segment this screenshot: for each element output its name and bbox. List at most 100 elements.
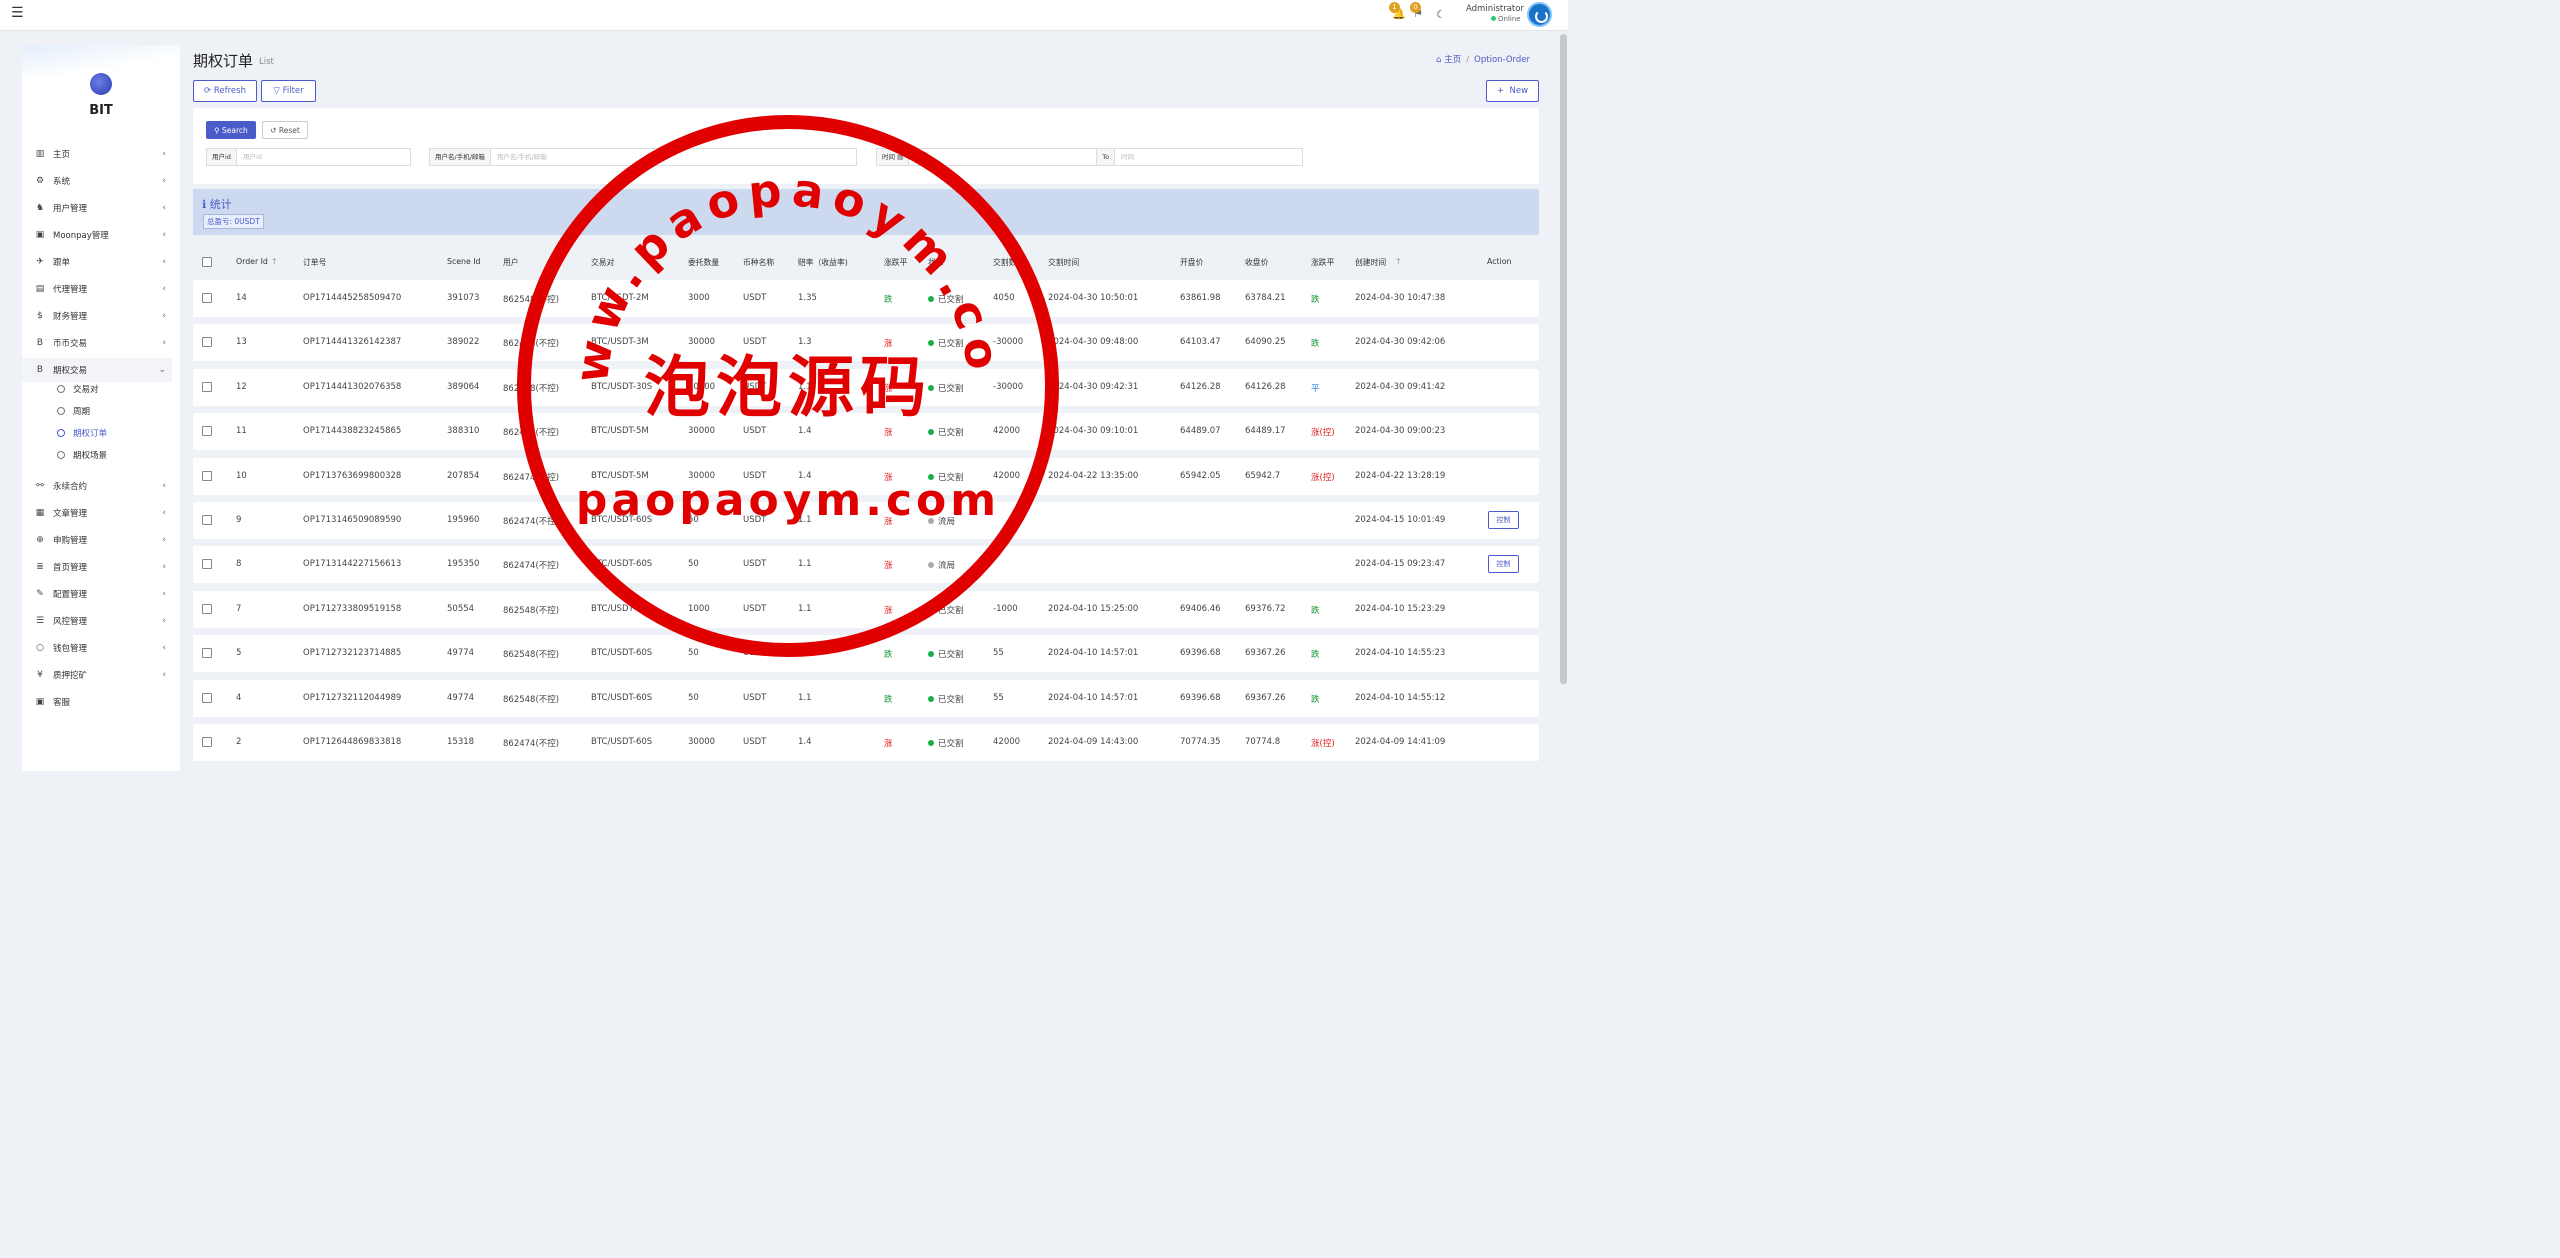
sidebar-item-14[interactable]: ☰ 风控管理 ‹ xyxy=(22,609,172,633)
column-header[interactable]: 创建时间 xyxy=(1355,257,1386,268)
sidebar-item-icon: ▥ xyxy=(35,149,45,159)
sidebar-subitem-0[interactable]: 交易对 xyxy=(22,379,172,399)
time-start-input[interactable]: 时间 xyxy=(909,149,1096,165)
sidebar-item-15[interactable]: ○ 钱包管理 ‹ xyxy=(22,636,172,660)
time-end-input[interactable]: 时间 xyxy=(1115,149,1302,165)
refresh-button[interactable]: ⟳ Refresh xyxy=(193,80,257,102)
userid-input[interactable]: 用户id xyxy=(237,149,410,165)
column-header[interactable]: Order Id xyxy=(236,257,268,266)
filter-button[interactable]: ▽ Filter xyxy=(261,80,316,102)
cell-user: 862474(不控) xyxy=(503,561,560,572)
menu-icon[interactable]: ☰ xyxy=(11,5,24,21)
sidebar-item-0[interactable]: ▥ 主页 ‹ xyxy=(22,142,172,166)
cell-sqty: -30000 xyxy=(993,337,1024,348)
circle-icon xyxy=(57,407,65,415)
cell-user: 862548(不控) xyxy=(503,605,560,616)
cell-close: 70774.8 xyxy=(1245,737,1281,747)
cell-id: 4 xyxy=(236,692,242,703)
row-checkbox[interactable] xyxy=(202,648,212,659)
select-all-checkbox[interactable] xyxy=(202,257,212,267)
cell-rate: 1.1 xyxy=(798,381,812,392)
cell-pair: BTC/USDT-60S xyxy=(591,603,653,614)
sidebar-item-3[interactable]: ▣ Moonpay管理 ‹ xyxy=(22,223,172,247)
cell-coin: USDT xyxy=(743,337,767,348)
cell-status: 已交割 xyxy=(928,382,964,394)
control-button[interactable]: 控制 xyxy=(1488,555,1519,574)
column-header: 开盘价 xyxy=(1180,258,1204,267)
cell-rate: 1.4 xyxy=(798,470,812,481)
cell-res: 跌 xyxy=(1311,339,1320,350)
sidebar-item-12[interactable]: ≣ 首页管理 ‹ xyxy=(22,555,172,579)
row-checkbox[interactable] xyxy=(202,426,212,437)
cell-rate: 1.3 xyxy=(798,337,812,348)
logo xyxy=(90,73,112,95)
row-checkbox[interactable] xyxy=(202,737,212,747)
sidebar-item-5[interactable]: ▤ 代理管理 ‹ xyxy=(22,277,172,301)
table-row: 8 OP1713144227156613 195350 862474(不控) BTC/U… xyxy=(193,546,1539,584)
cell-coin: USDT xyxy=(743,515,767,525)
new-button[interactable]: + New xyxy=(1486,80,1539,102)
row-checkbox[interactable] xyxy=(202,470,212,481)
sidebar-item-6[interactable]: $ 财务管理 ‹ xyxy=(22,304,172,328)
sidebar-item-1[interactable]: ⚙ 系统 ‹ xyxy=(22,169,172,193)
sidebar-item-11[interactable]: ⊕ 申购管理 ‹ xyxy=(22,528,172,552)
row-checkbox[interactable] xyxy=(202,337,212,348)
avatar[interactable] xyxy=(1527,2,1552,27)
row-checkbox[interactable] xyxy=(202,381,212,392)
cell-open: 64126.28 xyxy=(1180,381,1221,392)
control-button[interactable]: 控制 xyxy=(1488,511,1519,529)
cell-no: OP1713144227156613 xyxy=(303,559,402,570)
breadcrumb-home[interactable]: 主页 xyxy=(1444,55,1461,65)
flag-icon[interactable]: ⚑ 0 xyxy=(1410,2,1423,20)
sort-icon[interactable]: ↑ xyxy=(271,257,278,266)
chevron-icon: ‹ xyxy=(162,338,166,348)
cell-dir: 跌 xyxy=(884,295,893,305)
cell-qty: 30000 xyxy=(688,737,716,747)
row-checkbox[interactable] xyxy=(202,603,212,614)
row-checkbox[interactable] xyxy=(202,692,212,703)
scrollbar[interactable] xyxy=(1560,34,1567,684)
reset-button[interactable]: ↺ Reset xyxy=(262,121,308,139)
sidebar-item-4[interactable]: ✈ 跟单 ‹ xyxy=(22,250,172,274)
sidebar-item-16[interactable]: ¥ 质押挖矿 ‹ xyxy=(22,663,172,687)
stats-panel xyxy=(193,189,1539,235)
cell-status: 流局 xyxy=(928,559,955,571)
cell-sqty: -30000 xyxy=(993,381,1024,392)
column-header: Scene Id xyxy=(447,257,481,266)
sidebar-subitem-2[interactable]: 期权订单 xyxy=(22,423,172,443)
bell-icon[interactable]: 🔔 1 xyxy=(1389,2,1406,20)
table-row: 14 OP1714445258509470 391073 862548(不控) BTC/… xyxy=(193,280,1539,317)
sidebar-subitem-3[interactable]: 期权场景 xyxy=(22,445,172,465)
cell-coin: USDT xyxy=(743,559,767,570)
sidebar-item-10[interactable]: ▦ 文章管理 ‹ xyxy=(22,501,172,525)
sidebar-item-icon: ▤ xyxy=(35,284,45,294)
moon-icon[interactable]: ☾ xyxy=(1436,8,1446,21)
sort-icon[interactable]: ↑ xyxy=(1395,257,1402,266)
sidebar-item-label: 代理管理 xyxy=(53,285,88,295)
column-header: 涨跌平 xyxy=(1311,258,1335,267)
cell-stime: 2024-04-10 15:25:00 xyxy=(1048,603,1139,614)
cell-pair: BTC/USDT-60S xyxy=(591,515,653,525)
cell-status: 已交割 xyxy=(928,426,964,438)
sidebar-item-9[interactable]: ⚯ 永续合约 ‹ xyxy=(22,474,172,498)
row-checkbox[interactable] xyxy=(202,293,212,303)
sidebar-item-17[interactable]: ▣ 客服 xyxy=(22,690,172,714)
cell-coin: USDT xyxy=(743,426,767,437)
sidebar-item-2[interactable]: ♞ 用户管理 ‹ xyxy=(22,196,172,220)
sidebar-subitem-1[interactable]: 周期 xyxy=(22,401,172,421)
row-checkbox[interactable] xyxy=(202,559,212,570)
sidebar-item-icon: ¥ xyxy=(37,670,43,680)
cell-scene: 195350 xyxy=(447,559,480,570)
sidebar-item-13[interactable]: ✎ 配置管理 ‹ xyxy=(22,582,172,606)
sidebar-item-icon: ○ xyxy=(36,643,44,653)
cell-res: 跌 xyxy=(1311,650,1320,661)
userid-filter: 用户id 用户id xyxy=(206,148,411,166)
user-input[interactable]: 用户名/手机/邮箱 xyxy=(491,149,856,165)
cell-sqty: 55 xyxy=(993,648,1004,659)
row-checkbox[interactable] xyxy=(202,515,212,525)
search-button[interactable]: ⚲ Search xyxy=(206,121,256,139)
cell-id: 7 xyxy=(236,603,242,614)
sidebar-item-7[interactable]: B 币币交易 ‹ xyxy=(22,331,172,355)
cell-user: 862474(不控) xyxy=(503,472,560,483)
refresh-icon: ⟳ xyxy=(204,86,214,96)
